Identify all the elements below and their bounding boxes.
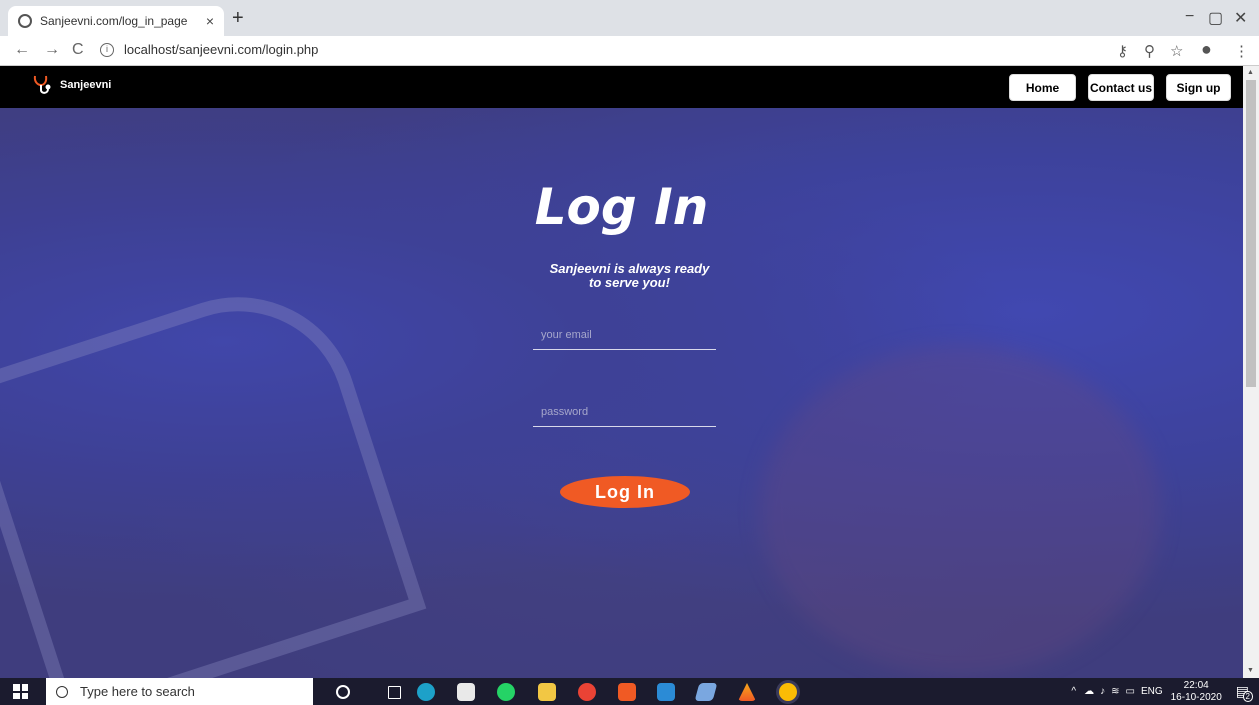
notification-icon[interactable]: ▤ 2 (1236, 683, 1253, 702)
key-icon[interactable]: ⚷ (1117, 42, 1128, 60)
page-viewport: Sanjeevni Home Contact us Sign up Log In… (0, 66, 1243, 678)
brand[interactable]: Sanjeevni (32, 74, 111, 96)
info-icon[interactable]: i (100, 42, 114, 57)
clock-time: 22:04 (1183, 679, 1209, 691)
address-bar[interactable]: i localhost/sanjeevni.com/login.php (100, 42, 318, 57)
clock[interactable]: 22:04 16-10-2020 (1171, 680, 1222, 704)
profile-icon[interactable]: ● (1201, 39, 1212, 60)
taskbar-search[interactable]: Type here to search (46, 678, 313, 705)
tab-close-icon[interactable]: × (206, 13, 214, 29)
clock-date: 16-10-2020 (1170, 691, 1222, 703)
tab-title: Sanjeevni.com/log_in_page (40, 14, 188, 28)
browser-toolbar: ← → C i localhost/sanjeevni.com/login.ph… (0, 36, 1259, 66)
page-scrollbar[interactable]: ▲ ▼ (1243, 66, 1259, 678)
system-tray: ^ ☁ ♪ ≋ ▭ ENG 22:04 16-10-2020 ▤ 2 (1071, 678, 1253, 705)
menu-icon[interactable]: ⋮ (1234, 42, 1249, 60)
windows-start-icon[interactable] (13, 684, 28, 699)
taskbar-search-text: Type here to search (80, 684, 195, 699)
whatsapp-icon[interactable] (497, 683, 515, 701)
tagline-line-2: to serve you! (589, 275, 670, 290)
windows-taskbar: Type here to search ^ ☁ ♪ ≋ ▭ ENG 22:04 … (0, 678, 1259, 705)
search-icon (56, 685, 68, 698)
maximize-button[interactable]: ▢ (1208, 8, 1223, 28)
language-indicator[interactable]: ENG (1141, 686, 1163, 697)
browser-tab[interactable]: Sanjeevni.com/log_in_page × (8, 6, 224, 36)
globe-icon (18, 14, 32, 28)
reload-button[interactable]: C (72, 41, 84, 59)
email-field[interactable] (533, 320, 716, 350)
star-icon[interactable]: ☆ (1170, 42, 1183, 60)
tagline: Sanjeevni is always ready to serve you! (0, 262, 1243, 290)
site-navbar: Sanjeevni Home Contact us Sign up (0, 66, 1243, 108)
scrollbar-thumb[interactable] (1246, 80, 1256, 387)
notification-count: 2 (1242, 691, 1253, 702)
tagline-line-1: Sanjeevni is always ready (549, 261, 710, 276)
scroll-down-icon[interactable]: ▼ (1247, 667, 1254, 674)
forward-button[interactable]: → (44, 41, 60, 59)
nav-contact-button[interactable]: Contact us (1088, 74, 1154, 101)
login-button[interactable]: Log In (560, 476, 690, 508)
scroll-up-icon[interactable]: ▲ (1247, 69, 1254, 76)
close-window-button[interactable]: ✕ (1234, 8, 1247, 28)
battery-icon[interactable]: ▭ (1125, 686, 1134, 697)
new-tab-button[interactable]: + (232, 8, 244, 28)
background-overlay (0, 66, 1243, 678)
xampp-icon[interactable] (618, 683, 636, 701)
cortana-icon[interactable] (336, 685, 350, 699)
chrome-active-icon[interactable] (779, 683, 797, 701)
brand-name: Sanjeevni (60, 79, 112, 91)
onedrive-icon[interactable]: ☁ (1084, 686, 1094, 697)
stethoscope-logo-icon (32, 74, 52, 96)
tray-chevron-icon[interactable]: ^ (1071, 686, 1076, 697)
app-icon[interactable] (657, 683, 675, 701)
edge-icon[interactable] (417, 683, 435, 701)
url-text: localhost/sanjeevni.com/login.php (124, 42, 319, 57)
back-button[interactable]: ← (14, 41, 30, 59)
browser-tab-strip: Sanjeevni.com/log_in_page × + − ▢ ✕ (0, 0, 1259, 36)
wifi-icon[interactable]: ≋ (1111, 686, 1119, 697)
editor-icon[interactable] (694, 683, 718, 701)
chrome-icon[interactable] (578, 683, 596, 701)
minimize-button[interactable]: − (1185, 8, 1194, 26)
page-title: Log In (534, 178, 709, 236)
password-field[interactable] (533, 397, 716, 427)
task-view-icon[interactable] (388, 686, 401, 699)
volume-icon[interactable]: ♪ (1100, 686, 1105, 697)
nav-home-button[interactable]: Home (1009, 74, 1076, 101)
nav-signup-button[interactable]: Sign up (1166, 74, 1231, 101)
zoom-icon[interactable]: ⚲ (1144, 42, 1155, 60)
vlc-icon[interactable] (738, 683, 756, 701)
file-explorer-icon[interactable] (538, 683, 556, 701)
store-icon[interactable] (457, 683, 475, 701)
